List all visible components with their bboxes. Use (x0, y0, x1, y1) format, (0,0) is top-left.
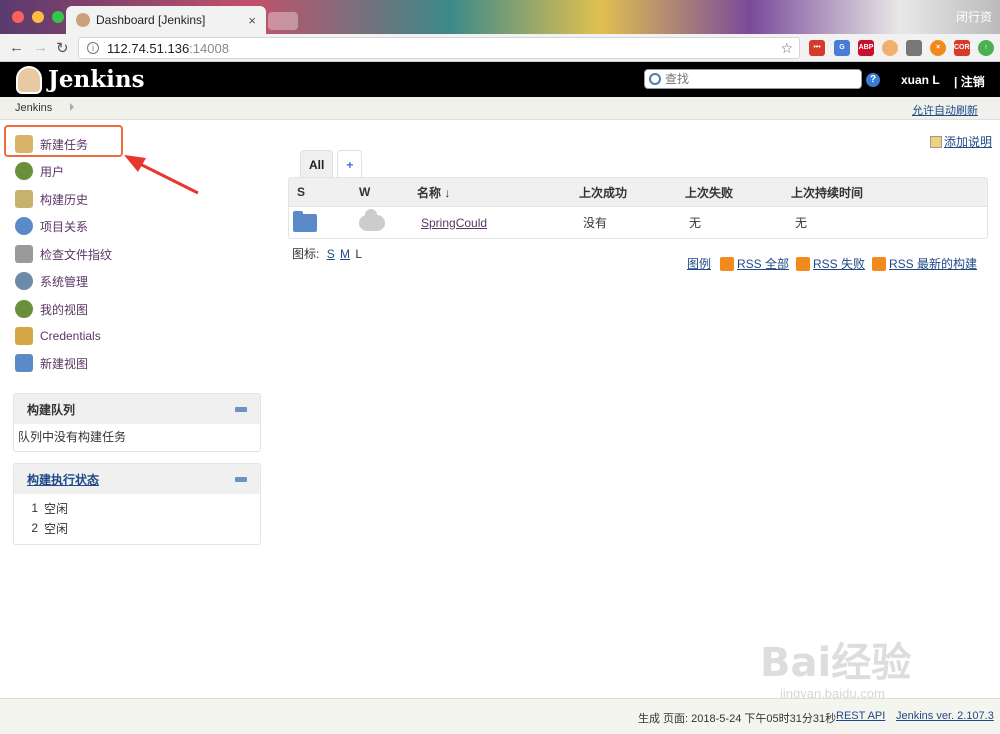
annotation-arrow-icon (124, 155, 199, 195)
rest-api-link[interactable]: REST API (836, 710, 885, 722)
watermark-logo: Bai经验 (760, 640, 912, 686)
jenkins-version-link[interactable]: Jenkins ver. 2.107.3 (896, 710, 994, 722)
page-footer: 生成 页面: 2018-5-24 下午05时31分31秒 REST API Je… (0, 698, 1000, 734)
generated-timestamp: 生成 页面: 2018-5-24 下午05时31分31秒 (638, 713, 837, 725)
